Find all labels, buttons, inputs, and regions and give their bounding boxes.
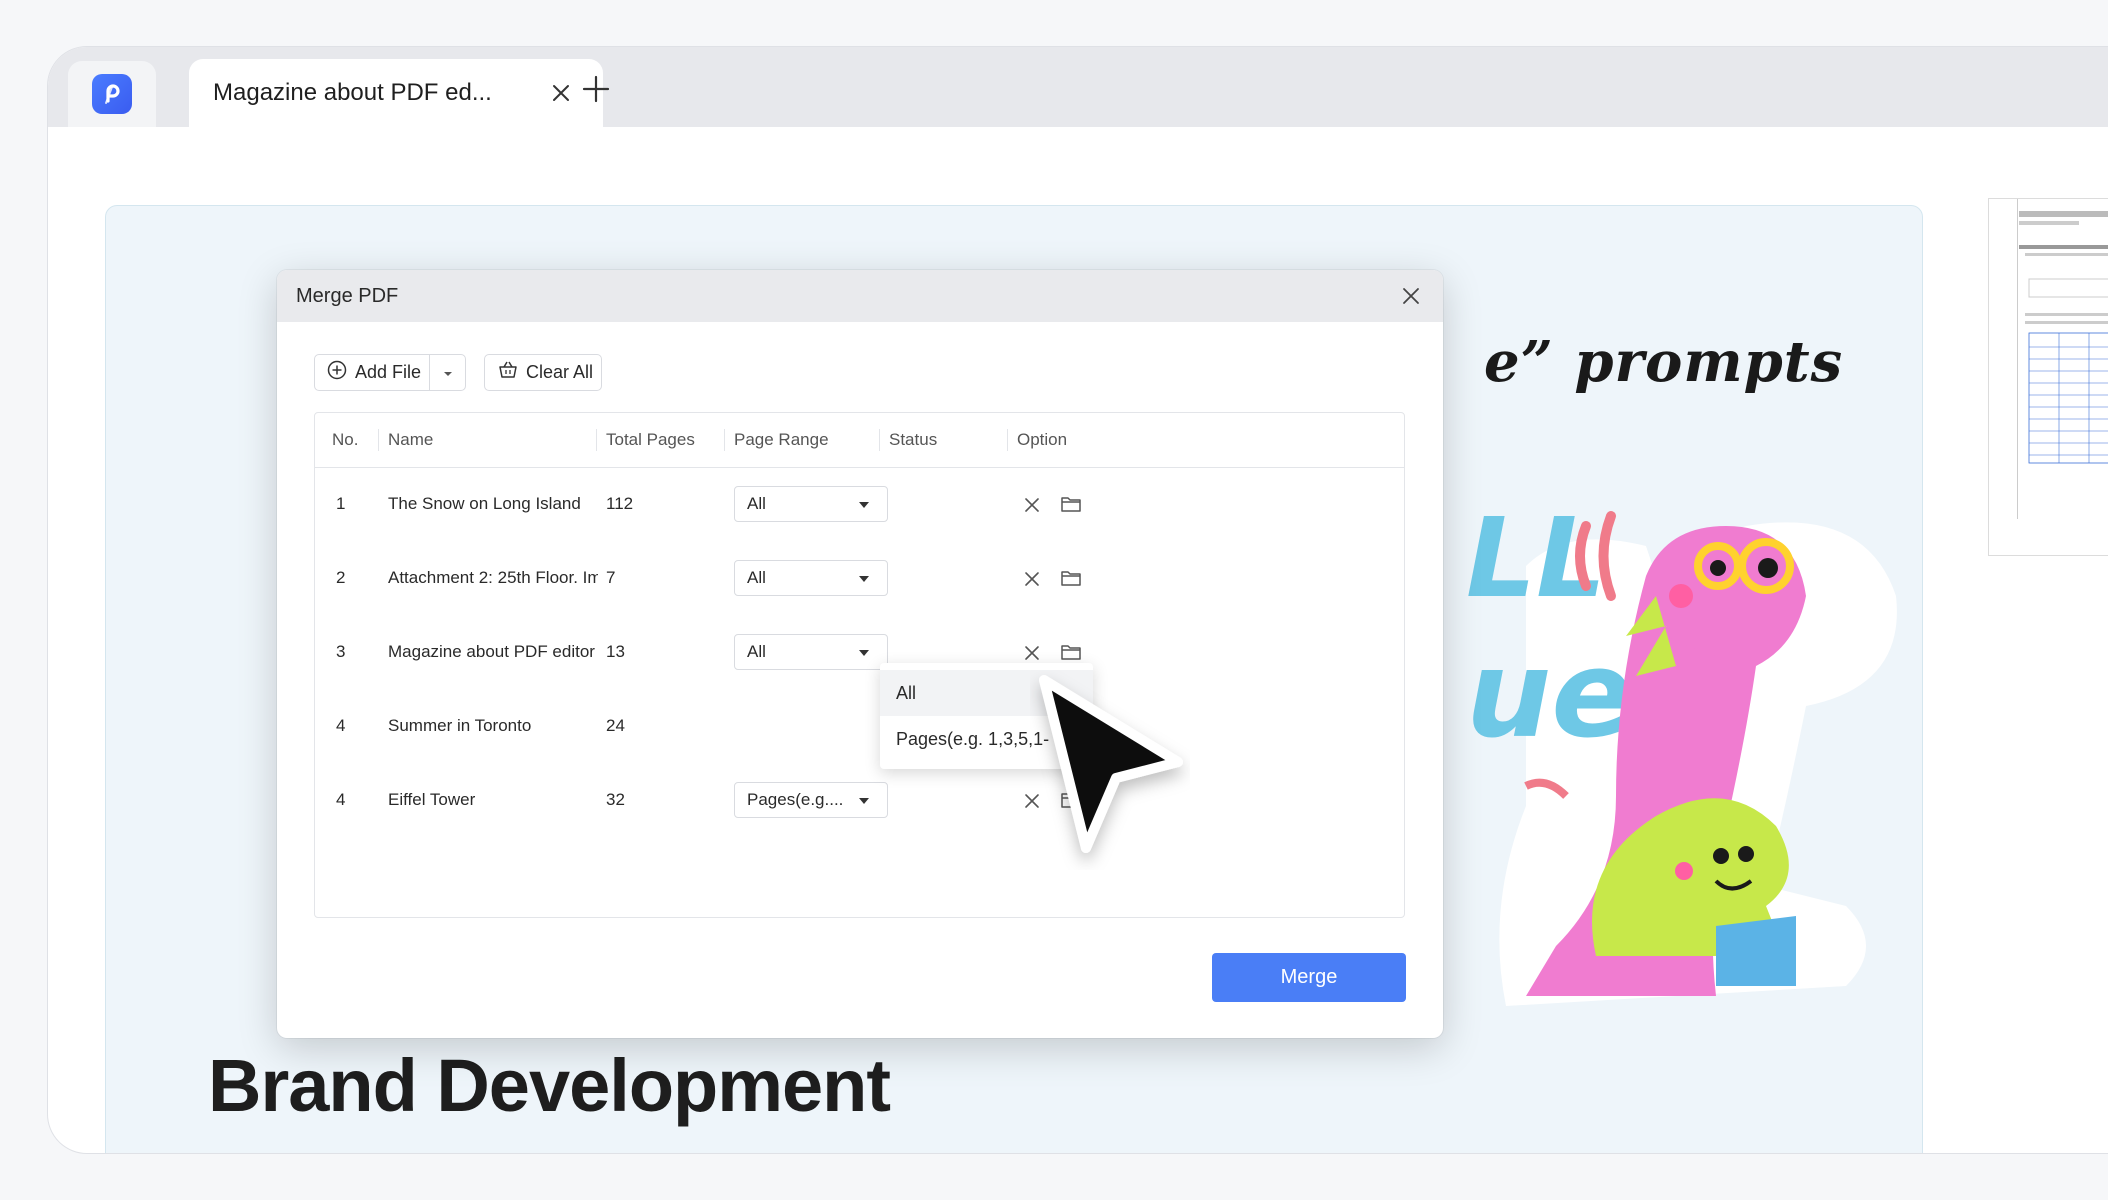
dialog-title: Merge PDF — [296, 284, 399, 307]
add-file-button-group: Add File — [314, 354, 466, 391]
caret-down-icon — [859, 650, 869, 656]
table-row[interactable]: 2 Attachment 2: 25th Floor. Image (2... … — [315, 542, 1404, 616]
column-separator — [596, 429, 597, 451]
app-home-tab[interactable] — [68, 61, 156, 127]
table-row[interactable]: 4 Summer in Toronto 24 — [315, 690, 1404, 764]
total-pages: 13 — [606, 642, 625, 661]
files-table: No. Name Total Pages Page Range Status O… — [314, 412, 1405, 918]
column-option: Option — [1017, 430, 1068, 449]
caret-down-icon — [859, 798, 869, 804]
clear-all-label: Clear All — [526, 362, 594, 382]
total-pages: 32 — [606, 790, 625, 809]
folder-icon[interactable] — [1060, 568, 1082, 588]
file-name: Attachment 2: 25th Floor. Image (2... — [388, 568, 598, 587]
file-name: Magazine about PDF editor — [388, 642, 595, 661]
page-range-value: Pages(e.g.... — [747, 790, 844, 809]
dialog-header: Merge PDF — [277, 270, 1443, 322]
row-number: 2 — [336, 568, 346, 587]
close-icon[interactable] — [549, 81, 573, 105]
page-range-select[interactable]: All — [734, 560, 888, 596]
folder-icon[interactable] — [1060, 494, 1082, 514]
dinosaur-illustration: LL ue — [1466, 494, 1897, 1006]
total-pages: 112 — [606, 494, 634, 513]
document-tab-title: Magazine about PDF ed... — [213, 79, 492, 106]
file-name: The Snow on Long Island — [388, 494, 581, 513]
dialog-toolbar: Add File Clear All — [314, 354, 602, 391]
basket-icon — [498, 360, 518, 385]
close-icon[interactable] — [1399, 284, 1423, 308]
page-range-select[interactable]: Pages(e.g.... — [734, 782, 888, 818]
caret-down-icon — [443, 362, 453, 383]
column-status: Status — [889, 430, 938, 449]
file-name: Eiffel Tower — [388, 790, 476, 809]
page-range-select[interactable]: All — [734, 634, 888, 670]
mouse-pointer-icon — [1039, 675, 1183, 853]
prompts-heading: e” prompts — [1484, 329, 1844, 395]
add-file-label: Add File — [355, 362, 422, 382]
add-file-button[interactable]: Add File — [315, 355, 430, 390]
brand-development-heading: Brand Development — [208, 1044, 891, 1127]
svg-text:ue: ue — [1466, 626, 1633, 765]
document-tab[interactable]: Magazine about PDF ed... — [189, 59, 603, 127]
pdf-app-logo-icon — [92, 74, 132, 114]
column-total-pages: Total Pages — [606, 430, 695, 449]
merge-pdf-dialog: Merge PDF Add File Clear All No. Name To… — [277, 270, 1443, 1038]
folder-icon[interactable] — [1060, 642, 1082, 662]
row-number: 4 — [336, 790, 346, 809]
page-range-select[interactable]: All — [734, 486, 888, 522]
row-number: 4 — [336, 716, 346, 735]
table-row[interactable]: 3 Magazine about PDF editor 13 All — [315, 616, 1404, 690]
page-thumbnail[interactable] — [1988, 198, 2108, 556]
add-circle-icon — [327, 360, 347, 385]
add-file-dropdown[interactable] — [430, 362, 465, 383]
page-range-value: All — [747, 494, 766, 513]
plus-icon[interactable] — [580, 73, 612, 105]
column-page-range: Page Range — [734, 430, 829, 449]
merge-button[interactable]: Merge — [1212, 953, 1406, 1002]
column-separator — [378, 429, 379, 451]
page-range-value: All — [747, 642, 766, 661]
table-row[interactable]: 4 Eiffel Tower 32 Pages(e.g.... — [315, 764, 1404, 838]
row-number: 1 — [336, 494, 346, 513]
clear-all-button[interactable]: Clear All — [484, 354, 602, 391]
remove-file-icon[interactable] — [1022, 495, 1042, 515]
table-row[interactable]: 1 The Snow on Long Island 112 All — [315, 468, 1404, 542]
file-name: Summer in Toronto — [388, 716, 532, 735]
remove-file-icon[interactable] — [1022, 643, 1042, 663]
column-separator — [724, 429, 725, 451]
column-separator — [879, 429, 880, 451]
column-no: No. — [332, 430, 359, 449]
column-separator — [1007, 429, 1008, 451]
column-name: Name — [388, 430, 434, 449]
remove-file-icon[interactable] — [1022, 569, 1042, 589]
total-pages: 7 — [606, 568, 616, 587]
svg-text:LL: LL — [1466, 494, 1606, 622]
table-header: No. Name Total Pages Page Range Status O… — [315, 413, 1404, 468]
caret-down-icon — [859, 502, 869, 508]
caret-down-icon — [859, 576, 869, 582]
tab-bar: Magazine about PDF ed... — [48, 47, 2108, 127]
row-number: 3 — [336, 642, 346, 661]
total-pages: 24 — [606, 716, 625, 735]
page-range-value: All — [747, 568, 766, 587]
